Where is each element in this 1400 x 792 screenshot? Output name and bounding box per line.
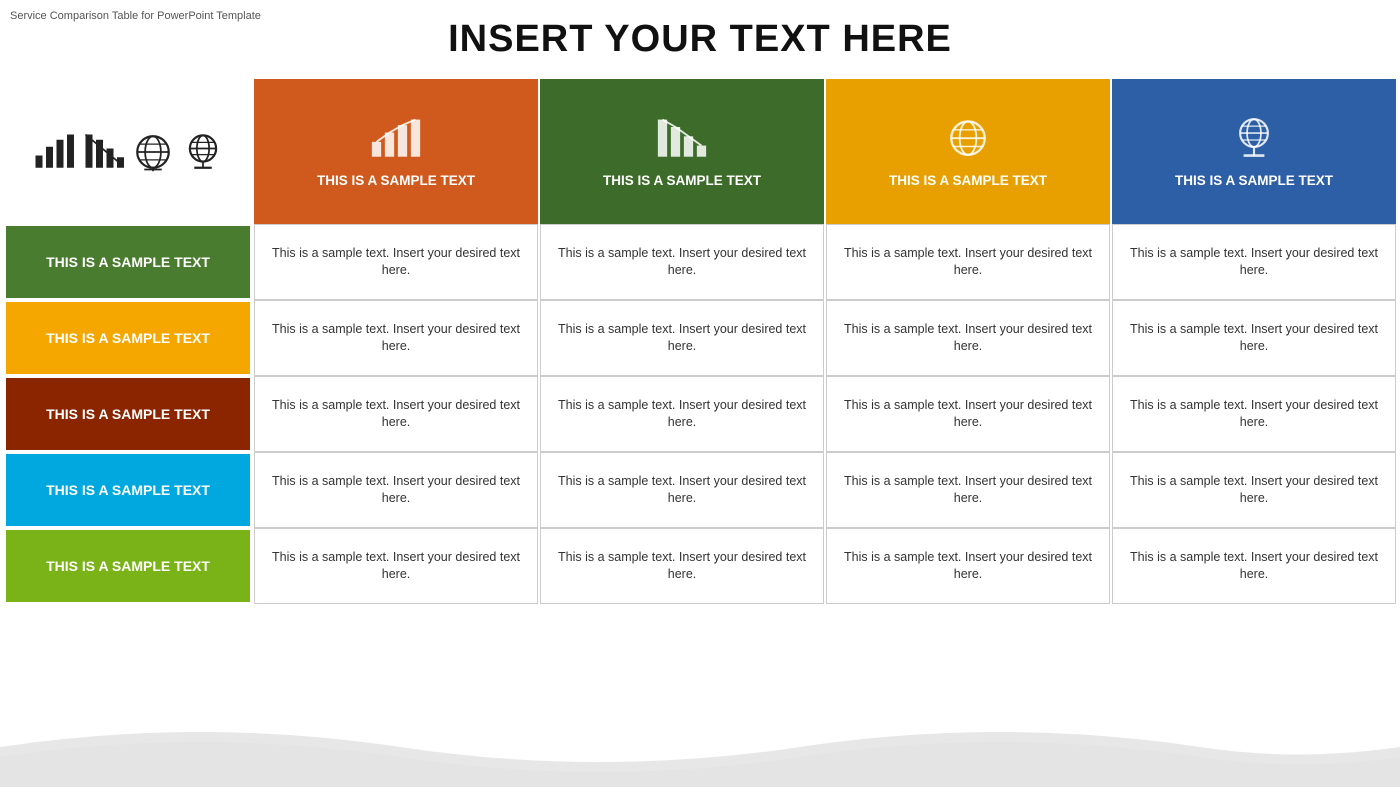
watermark-label: Service Comparison Table for PowerPoint …	[10, 10, 261, 22]
col2-row4-cell: This is a sample text. Insert your desir…	[540, 452, 824, 528]
data-column-1: THIS IS A SAMPLE TEXT This is a sample t…	[252, 79, 538, 604]
comparison-table: THIS IS A SAMPLE TEXT THIS IS A SAMPLE T…	[0, 79, 1400, 604]
col1-row2-cell: This is a sample text. Insert your desir…	[254, 300, 538, 376]
col1-row3-cell: This is a sample text. Insert your desir…	[254, 376, 538, 452]
col4-globe-stand-icon	[1228, 114, 1280, 166]
col1-bar-up-icon	[370, 114, 422, 166]
row-label-5: THIS IS A SAMPLE TEXT	[4, 528, 252, 604]
col3-row4-cell: This is a sample text. Insert your desir…	[826, 452, 1110, 528]
col3-header-text: THIS IS A SAMPLE TEXT	[889, 172, 1047, 190]
col3-row1-cell: This is a sample text. Insert your desir…	[826, 224, 1110, 300]
col3-row2-cell: This is a sample text. Insert your desir…	[826, 300, 1110, 376]
wave-decoration	[0, 707, 1400, 787]
row-label-2: THIS IS A SAMPLE TEXT	[4, 300, 252, 376]
data-column-4: THIS IS A SAMPLE TEXT This is a sample t…	[1110, 79, 1396, 604]
col1-row4-cell: This is a sample text. Insert your desir…	[254, 452, 538, 528]
col3-row5-cell: This is a sample text. Insert your desir…	[826, 528, 1110, 604]
col-header-2: THIS IS A SAMPLE TEXT	[540, 79, 824, 224]
col2-row3-cell: This is a sample text. Insert your desir…	[540, 376, 824, 452]
col3-row3-cell: This is a sample text. Insert your desir…	[826, 376, 1110, 452]
col4-row1-cell: This is a sample text. Insert your desir…	[1112, 224, 1396, 300]
row-label-3: THIS IS A SAMPLE TEXT	[4, 376, 252, 452]
row-label-1: THIS IS A SAMPLE TEXT	[4, 224, 252, 300]
icon-area	[4, 79, 252, 224]
col2-bar-down-icon	[656, 114, 708, 166]
col4-row2-cell: This is a sample text. Insert your desir…	[1112, 300, 1396, 376]
col-header-4: THIS IS A SAMPLE TEXT	[1112, 79, 1396, 224]
col2-row1-cell: This is a sample text. Insert your desir…	[540, 224, 824, 300]
col1-header-text: THIS IS A SAMPLE TEXT	[317, 172, 475, 190]
col4-row3-cell: This is a sample text. Insert your desir…	[1112, 376, 1396, 452]
col2-header-text: THIS IS A SAMPLE TEXT	[603, 172, 761, 190]
col1-row1-cell: This is a sample text. Insert your desir…	[254, 224, 538, 300]
globe-icon-1	[132, 131, 174, 173]
col4-row4-cell: This is a sample text. Insert your desir…	[1112, 452, 1396, 528]
bar-chart-down-icon	[82, 131, 124, 173]
row-label-4: THIS IS A SAMPLE TEXT	[4, 452, 252, 528]
col1-row5-cell: This is a sample text. Insert your desir…	[254, 528, 538, 604]
col4-header-text: THIS IS A SAMPLE TEXT	[1175, 172, 1333, 190]
data-column-2: THIS IS A SAMPLE TEXT This is a sample t…	[538, 79, 824, 604]
col3-globe-icon	[942, 114, 994, 166]
bar-chart-up-icon	[32, 131, 74, 173]
data-column-3: THIS IS A SAMPLE TEXT This is a sample t…	[824, 79, 1110, 604]
col-header-1: THIS IS A SAMPLE TEXT	[254, 79, 538, 224]
col2-row2-cell: This is a sample text. Insert your desir…	[540, 300, 824, 376]
left-column: THIS IS A SAMPLE TEXT THIS IS A SAMPLE T…	[4, 79, 252, 604]
col2-row5-cell: This is a sample text. Insert your desir…	[540, 528, 824, 604]
col-header-3: THIS IS A SAMPLE TEXT	[826, 79, 1110, 224]
globe-stand-icon-1	[182, 131, 224, 173]
col4-row5-cell: This is a sample text. Insert your desir…	[1112, 528, 1396, 604]
